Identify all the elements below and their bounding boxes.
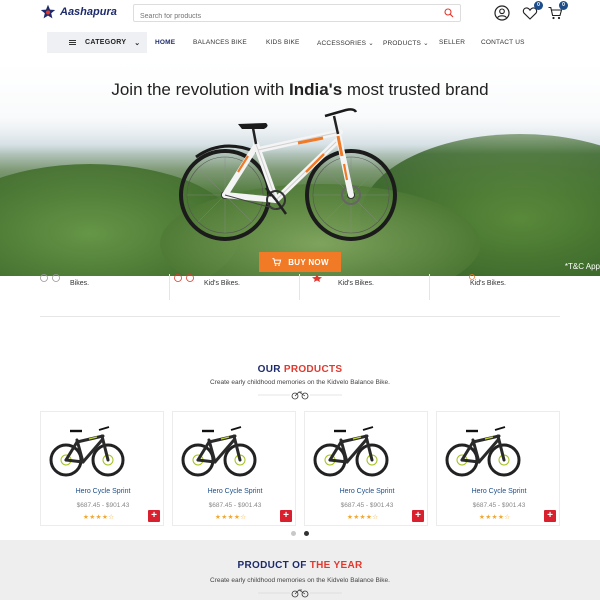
carousel-dot[interactable] — [291, 531, 296, 536]
star-badge-icon — [312, 274, 322, 282]
add-to-cart-button[interactable]: + — [544, 510, 556, 522]
product-rating: ★★★★☆ — [83, 514, 115, 521]
title-part-a: OUR — [257, 364, 284, 375]
add-to-cart-button[interactable]: + — [280, 510, 292, 522]
features-strip: Bikes. Kid's Bikes. Kid's Bikes. Kid's B… — [40, 274, 560, 300]
nav-contact-us[interactable]: CONTACT US — [481, 39, 525, 46]
feature-text: Kid's Bikes. — [470, 280, 506, 287]
add-to-cart-button[interactable]: + — [148, 510, 160, 522]
feature-item: Kid's Bikes. — [430, 274, 560, 300]
buy-now-button[interactable]: BUY NOW — [259, 252, 341, 272]
cart-count-badge: 0 — [559, 1, 568, 10]
wishlist-count-badge: 0 — [534, 1, 543, 10]
product-card[interactable]: Hero Cycle Sprint $687.45 - $901.43 ★★★★… — [436, 411, 560, 526]
nav-kids-bike[interactable]: KIDS BIKE — [266, 39, 300, 46]
star-logo-icon — [40, 4, 56, 19]
user-account-icon[interactable] — [494, 5, 510, 21]
feature-text: Bikes. — [70, 280, 90, 287]
search-bar — [133, 4, 461, 25]
product-card[interactable]: Hero Cycle Sprint $687.45 - $901.43 ★★★★… — [40, 411, 164, 526]
product-of-year-subtitle: Create early childhood memories on the K… — [210, 577, 390, 584]
category-dropdown[interactable]: CATEGORY ⌄ — [47, 32, 147, 53]
add-to-cart-button[interactable]: + — [412, 510, 424, 522]
nav-seller[interactable]: SELLER — [439, 39, 465, 46]
product-card[interactable]: Hero Cycle Sprint $687.45 - $901.43 ★★★★… — [304, 411, 428, 526]
nav-products-label: PRODUCTS — [383, 40, 422, 47]
product-of-year-title: PRODUCT OF THE YEAR — [0, 560, 600, 571]
product-rating: ★★★★☆ — [347, 514, 379, 521]
bicycle-icon — [174, 274, 194, 282]
nav-home[interactable]: HOME — [155, 39, 175, 46]
feature-item: Bikes. — [40, 274, 170, 300]
title-part-b: PRODUCTS — [283, 364, 343, 375]
bicycle-ornament-icon — [258, 589, 342, 598]
product-name[interactable]: Hero Cycle Sprint — [437, 488, 561, 495]
hero-bicycle-image — [179, 108, 397, 241]
nav-accessories-label: ACCESSORIES — [317, 40, 367, 47]
brand-logo[interactable]: Aashapura — [40, 4, 117, 20]
cart-icon — [272, 258, 282, 266]
hero-title-bold: India's — [289, 80, 343, 99]
section-divider — [40, 316, 560, 317]
wishlist-button[interactable]: 0 — [522, 1, 543, 21]
product-price: $687.45 - $901.43 — [208, 502, 262, 509]
product-price: $687.45 - $901.43 — [340, 502, 394, 509]
hero-title: Join the revolution with India's most tr… — [0, 80, 600, 100]
chevron-down-icon: ⌄ — [423, 40, 429, 47]
product-bicycle-image — [313, 426, 389, 477]
carousel-pagination — [288, 531, 318, 537]
title-part-b: THE YEAR — [309, 560, 363, 571]
nav-balances-bike[interactable]: BALANCES BIKE — [193, 39, 247, 46]
cart-button[interactable]: 0 — [547, 1, 568, 21]
category-label: CATEGORY — [85, 39, 127, 46]
nav-accessories[interactable]: ACCESSORIES ⌄ — [317, 39, 374, 47]
product-bicycle-image — [49, 426, 125, 477]
site-header: Aashapura 0 0 — [0, 0, 600, 28]
feature-text: Kid's Bikes. — [204, 280, 240, 287]
carousel-dot-active[interactable] — [304, 531, 309, 536]
brand-name: Aashapura — [60, 6, 117, 18]
our-products-title: OUR PRODUCTS — [0, 364, 600, 375]
product-rating: ★★★★☆ — [215, 514, 247, 521]
bicycle-icon — [40, 274, 60, 282]
hero-banner: Join the revolution with India's most tr… — [0, 64, 600, 276]
product-rating: ★★★★☆ — [479, 514, 511, 521]
feature-item: Kid's Bikes. — [300, 274, 430, 300]
product-price: $687.45 - $901.43 — [472, 502, 526, 509]
feature-item: Kid's Bikes. — [170, 274, 300, 300]
terms-note: *T&C App — [564, 262, 600, 271]
chevron-down-icon: ⌄ — [368, 40, 374, 47]
product-bicycle-image — [445, 426, 521, 477]
product-name[interactable]: Hero Cycle Sprint — [173, 488, 297, 495]
nav-products[interactable]: PRODUCTS ⌄ — [383, 39, 429, 47]
chevron-down-icon: ⌄ — [134, 39, 141, 47]
product-bicycle-image — [181, 426, 257, 477]
search-input[interactable] — [134, 8, 434, 25]
hero-title-pre: Join the revolution with — [111, 80, 289, 99]
product-of-year-section: PRODUCT OF THE YEAR Create early childho… — [0, 540, 600, 600]
feature-text: Kid's Bikes. — [338, 280, 374, 287]
search-icon[interactable] — [444, 8, 454, 18]
buy-now-label: BUY NOW — [288, 257, 329, 267]
product-name[interactable]: Hero Cycle Sprint — [305, 488, 429, 495]
product-card[interactable]: Hero Cycle Sprint $687.45 - $901.43 ★★★★… — [172, 411, 296, 526]
product-name[interactable]: Hero Cycle Sprint — [41, 488, 165, 495]
our-products-subtitle: Create early childhood memories on the K… — [210, 379, 390, 386]
title-part-a: PRODUCT OF — [237, 560, 310, 571]
product-price: $687.45 - $901.43 — [76, 502, 130, 509]
menu-icon — [69, 40, 76, 45]
bicycle-ornament-icon — [258, 391, 342, 400]
main-nav: CATEGORY ⌄ HOME BALANCES BIKE KIDS BIKE … — [0, 30, 600, 54]
hero-title-post: most trusted brand — [342, 80, 489, 99]
